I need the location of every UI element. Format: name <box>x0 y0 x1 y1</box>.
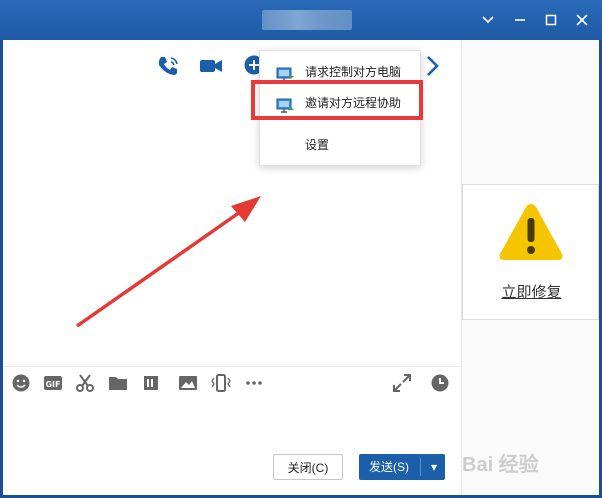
image-icon[interactable] <box>178 373 198 393</box>
send-dropdown-icon[interactable]: ▾ <box>425 454 443 480</box>
chevron-right-icon[interactable] <box>419 53 445 79</box>
chevron-down-icon <box>482 16 494 24</box>
send-separator <box>420 458 421 476</box>
fix-now-link[interactable]: 立即修复 <box>463 281 600 302</box>
minus-icon <box>515 19 525 21</box>
more-icon[interactable] <box>244 373 264 393</box>
shake-icon[interactable] <box>211 373 231 393</box>
contact-name-blurred <box>262 10 352 30</box>
watermark: Bai 经验 <box>462 454 539 476</box>
menu-item-settings[interactable]: 设置 <box>260 130 420 160</box>
svg-text:GIF: GIF <box>45 380 60 389</box>
folder-icon[interactable] <box>108 373 128 393</box>
highlight-box <box>251 80 423 120</box>
expand-icon[interactable] <box>392 373 412 393</box>
send-label: 发送(S) <box>369 460 409 474</box>
scan-icon[interactable] <box>141 373 161 393</box>
phone-icon[interactable] <box>155 53 181 79</box>
emoji-icon[interactable] <box>11 373 31 393</box>
send-button[interactable]: 发送(S) ▾ <box>359 454 445 480</box>
red-arrow-annotation <box>75 196 261 328</box>
collapse-button[interactable] <box>478 10 498 30</box>
scissors-icon[interactable] <box>75 373 95 393</box>
square-icon <box>545 14 557 26</box>
gif-icon[interactable]: GIF <box>43 373 63 393</box>
close-icon <box>576 14 588 26</box>
warning-icon <box>499 204 563 260</box>
history-icon[interactable] <box>430 373 450 393</box>
title-bar <box>0 0 602 40</box>
close-button[interactable]: 关闭(C) <box>273 454 343 480</box>
repair-card: 立即修复 <box>462 184 599 320</box>
menu-item-label: 设置 <box>305 138 330 152</box>
video-call-icon[interactable] <box>198 53 224 79</box>
input-toolbar: GIF <box>3 366 461 397</box>
minimize-button[interactable] <box>510 10 530 30</box>
close-window-button[interactable] <box>572 10 592 30</box>
monitor-icon <box>276 64 294 82</box>
maximize-button[interactable] <box>541 10 561 30</box>
